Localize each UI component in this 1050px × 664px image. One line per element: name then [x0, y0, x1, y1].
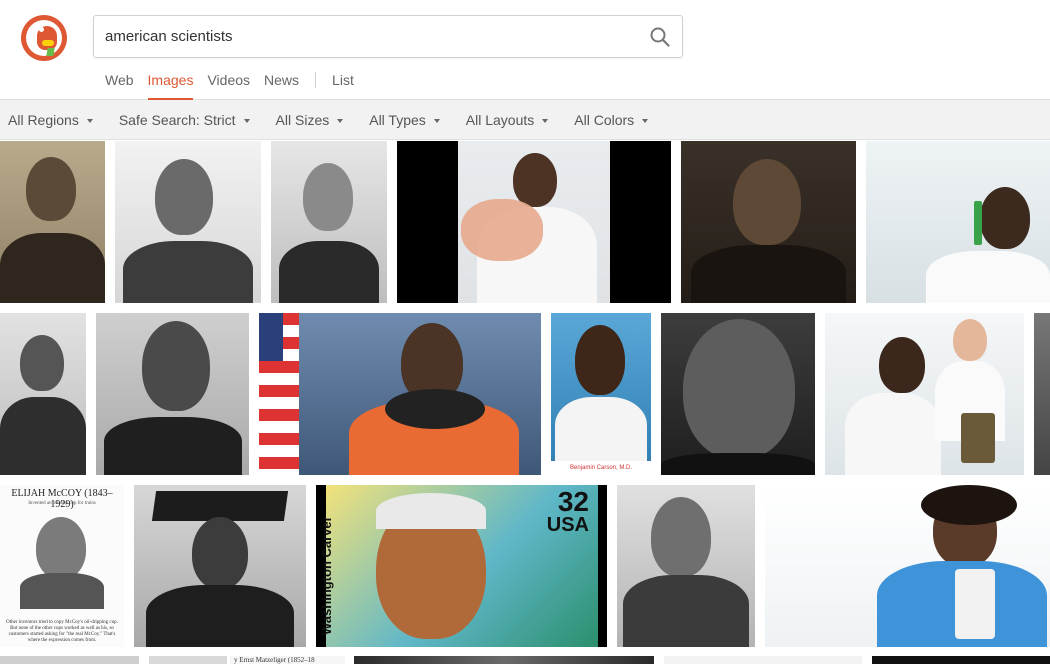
stamp-name: Washington Carver: [319, 516, 334, 635]
search-icon[interactable]: [648, 25, 672, 49]
tab-news[interactable]: News: [264, 72, 299, 100]
filter-label: All Colors: [574, 111, 635, 128]
image-result-13[interactable]: [1034, 313, 1050, 475]
tab-images[interactable]: Images: [147, 72, 194, 100]
chevron-down-icon: [642, 118, 649, 123]
chevron-down-icon: [542, 118, 549, 123]
tab-videos[interactable]: Videos: [207, 72, 250, 100]
image-result-23[interactable]: [664, 656, 862, 664]
header: Web Images Videos News List: [0, 0, 1050, 100]
image-result-17[interactable]: [617, 485, 755, 647]
image-caption-subtitle: Invented an oil-drip cup for trains: [28, 501, 96, 506]
image-result-19[interactable]: [0, 656, 139, 664]
image-result-24[interactable]: [872, 656, 1050, 664]
image-result-4[interactable]: [397, 141, 671, 303]
filter-label: All Regions: [8, 111, 79, 128]
stamp-country: USA: [546, 514, 589, 536]
image-caption-footer: Other inventors tried to copy McCoy's oi…: [6, 620, 118, 643]
image-result-1[interactable]: [0, 141, 105, 303]
chevron-down-icon: [243, 118, 250, 123]
image-result-7[interactable]: [0, 313, 86, 475]
image-results-grid: Benjamin Carson, M.D. ELIJAH McCOY (1843…: [0, 141, 1050, 664]
filter-safe-search[interactable]: Safe Search: Strict: [119, 112, 250, 128]
stamp-value: 32: [557, 486, 589, 517]
filter-colors[interactable]: All Colors: [574, 111, 649, 128]
image-caption-title: ELIJAH McCOY (1843–1929): [11, 488, 113, 510]
search-input[interactable]: [105, 16, 625, 57]
image-result-15[interactable]: [134, 485, 306, 647]
filter-label: All Types: [369, 111, 426, 128]
search-box: [93, 15, 683, 58]
image-result-2[interactable]: [115, 141, 261, 303]
search-type-tabs: Web Images Videos News List: [105, 72, 368, 100]
photo-caption: Benjamin Carson, M.D.: [569, 465, 633, 471]
duckduckgo-logo[interactable]: [21, 15, 67, 61]
image-result-12[interactable]: [825, 313, 1024, 475]
image-result-8[interactable]: [96, 313, 249, 475]
filter-label: All Layouts: [465, 111, 535, 128]
filter-label: All Sizes: [275, 111, 330, 128]
duck-icon: [26, 20, 62, 56]
filter-sizes[interactable]: All Sizes: [276, 112, 344, 128]
nav-divider: [315, 72, 317, 88]
image-result-5[interactable]: [681, 141, 856, 303]
image-result-10[interactable]: Benjamin Carson, M.D.: [551, 313, 651, 475]
filter-label: Safe Search: Strict: [118, 111, 236, 128]
image-result-6[interactable]: [866, 141, 1050, 303]
image-result-16[interactable]: 32 USA Washington Carver: [316, 485, 607, 647]
image-result-11[interactable]: [661, 313, 815, 475]
chevron-down-icon: [433, 118, 440, 123]
chevron-down-icon: [86, 118, 93, 123]
image-caption: y Ernst Matzeliger (1852–18: [234, 656, 315, 664]
list-view-link[interactable]: List: [332, 72, 354, 100]
filter-types[interactable]: All Types: [369, 112, 440, 128]
filter-regions[interactable]: All Regions: [8, 112, 93, 128]
image-result-20[interactable]: [149, 656, 227, 664]
image-result-21[interactable]: y Ernst Matzeliger (1852–18: [230, 656, 345, 664]
image-result-22[interactable]: [354, 656, 654, 664]
image-result-18[interactable]: [765, 485, 1050, 647]
filter-bar: All Regions Safe Search: Strict All Size…: [0, 100, 1050, 140]
tab-web[interactable]: Web: [105, 72, 134, 100]
image-result-14[interactable]: ELIJAH McCOY (1843–1929) Invented an oil…: [0, 485, 124, 647]
image-result-3[interactable]: [271, 141, 387, 303]
chevron-down-icon: [337, 118, 344, 123]
image-result-9[interactable]: [259, 313, 541, 475]
filter-layouts[interactable]: All Layouts: [465, 111, 549, 128]
